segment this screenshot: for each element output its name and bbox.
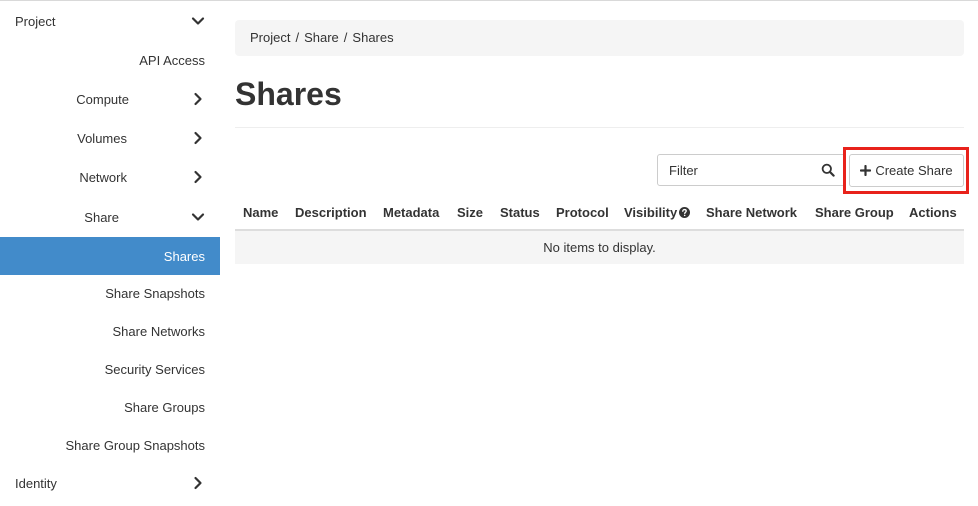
- search-icon[interactable]: [821, 163, 835, 177]
- page-title: Shares: [235, 76, 342, 112]
- sidebar-item-api-access[interactable]: API Access: [0, 40, 220, 79]
- sidebar: Project API Access Compute Volumes Netwo…: [0, 1, 220, 506]
- create-share-label: Create Share: [875, 163, 953, 178]
- sidebar-item-label: Network: [79, 170, 127, 185]
- column-header-share-network[interactable]: Share Network: [706, 205, 797, 220]
- sidebar-item-identity[interactable]: Identity: [0, 465, 220, 504]
- sidebar-item-label: API Access: [139, 53, 205, 68]
- empty-table-row: No items to display.: [235, 231, 964, 264]
- sidebar-item-share[interactable]: Share: [0, 197, 220, 236]
- table-header: Name Description Metadata Size Status Pr…: [235, 199, 964, 231]
- filter-group: [657, 154, 844, 186]
- sidebar-item-label: Compute: [76, 92, 129, 107]
- sidebar-item-compute[interactable]: Compute: [0, 79, 220, 118]
- sidebar-item-share-networks[interactable]: Share Networks: [0, 313, 220, 351]
- breadcrumb-item-shares: Shares: [352, 30, 394, 45]
- sidebar-item-share-groups[interactable]: Share Groups: [0, 389, 220, 427]
- column-header-share-group[interactable]: Share Group: [815, 205, 894, 220]
- column-header-size[interactable]: Size: [457, 205, 483, 220]
- breadcrumb-item-share[interactable]: Share: [304, 30, 339, 45]
- column-header-status[interactable]: Status: [500, 205, 540, 220]
- column-header-protocol[interactable]: Protocol: [556, 205, 609, 220]
- sidebar-item-label: Project: [15, 14, 56, 29]
- create-share-button[interactable]: Create Share: [849, 154, 964, 187]
- breadcrumb-separator: /: [295, 30, 300, 45]
- sidebar-item-label: Shares: [163, 249, 205, 264]
- filter-input[interactable]: [658, 155, 808, 185]
- sidebar-item-share-snapshots[interactable]: Share Snapshots: [0, 275, 220, 313]
- sidebar-item-label: Share Groups: [124, 400, 205, 415]
- chevron-down-icon: [191, 213, 205, 221]
- chevron-down-icon: [191, 17, 205, 25]
- sidebar-item-label: Volumes: [77, 131, 127, 146]
- question-circle-icon[interactable]: [679, 207, 691, 218]
- chevron-right-icon: [194, 92, 202, 106]
- sidebar-item-share-group-snapshots[interactable]: Share Group Snapshots: [0, 427, 220, 465]
- sidebar-item-network[interactable]: Network: [0, 157, 220, 196]
- breadcrumb-item-project[interactable]: Project: [250, 30, 290, 45]
- column-header-name[interactable]: Name: [243, 205, 278, 220]
- title-divider: [235, 127, 964, 128]
- sidebar-item-project[interactable]: Project: [0, 1, 220, 40]
- breadcrumb: Project / Share / Shares: [235, 20, 964, 56]
- sidebar-item-shares[interactable]: Shares: [0, 237, 220, 275]
- breadcrumb-separator: /: [343, 30, 348, 45]
- chevron-right-icon: [194, 170, 202, 184]
- column-header-description[interactable]: Description: [295, 205, 367, 220]
- column-header-visibility[interactable]: Visibility: [624, 205, 691, 220]
- column-header-visibility-label: Visibility: [624, 205, 678, 220]
- sidebar-item-volumes[interactable]: Volumes: [0, 118, 220, 157]
- sidebar-item-label: Share Snapshots: [105, 286, 205, 301]
- sidebar-item-label: Security Services: [104, 362, 205, 377]
- column-header-actions: Actions: [909, 205, 957, 220]
- sidebar-item-label: Share Group Snapshots: [65, 438, 205, 453]
- sidebar-item-label: Share Networks: [112, 324, 205, 339]
- sidebar-item-label: Identity: [15, 476, 57, 491]
- chevron-right-icon: [194, 131, 202, 145]
- plus-icon: [860, 165, 872, 176]
- sidebar-item-security-services[interactable]: Security Services: [0, 351, 220, 389]
- chevron-right-icon: [194, 476, 202, 490]
- sidebar-item-label: Share: [84, 210, 119, 225]
- column-header-metadata[interactable]: Metadata: [383, 205, 439, 220]
